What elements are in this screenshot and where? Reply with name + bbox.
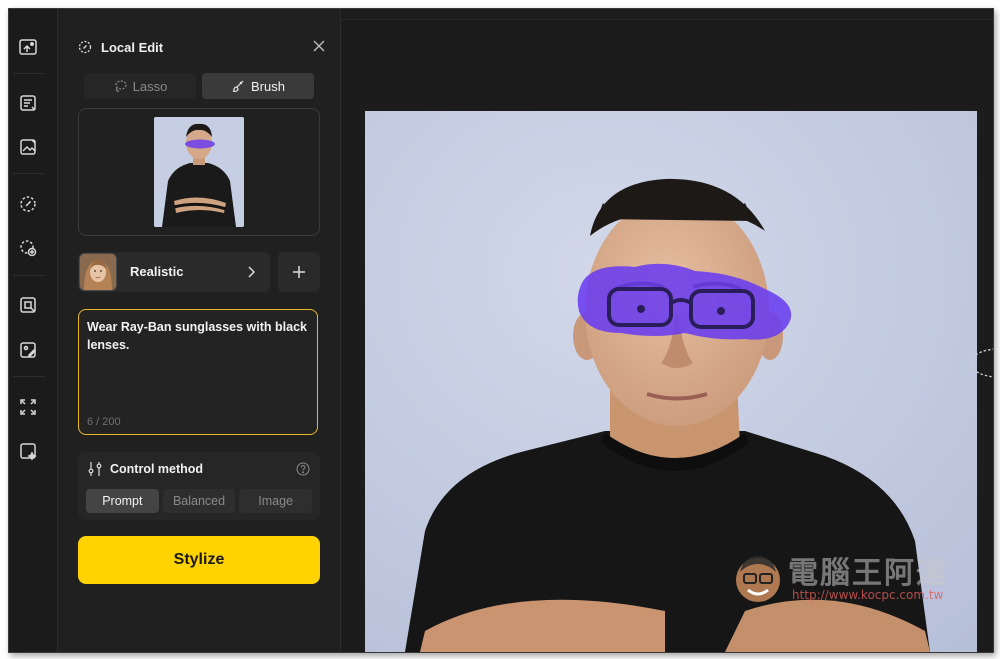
local-edit-panel: Local Edit Lasso Brush Realistic Wear Ra… — [58, 9, 341, 652]
mode-switch: Lasso Brush — [84, 73, 314, 99]
prompt-input[interactable]: Wear Ray-Ban sunglasses with black lense… — [78, 309, 318, 435]
control-method-header: Control method — [88, 460, 203, 478]
plus-icon — [293, 266, 305, 278]
style-label: Realistic — [130, 264, 184, 279]
local-edit-icon — [78, 40, 92, 54]
canvas-area — [341, 9, 993, 652]
app-window: Local Edit Lasso Brush Realistic Wear Ra… — [8, 8, 994, 653]
canvas-handle-icon[interactable] — [967, 347, 994, 379]
chevron-right-icon — [248, 266, 256, 278]
panel-title: Local Edit — [101, 39, 164, 55]
prompt-char-count: 6 / 200 — [87, 416, 121, 428]
style-avatar — [79, 253, 117, 291]
add-style-button[interactable] — [278, 252, 320, 292]
style-row: Realistic — [78, 252, 320, 292]
control-method-box: Control method Prompt Balanced Image — [78, 452, 320, 520]
control-method-title: Control method — [110, 462, 204, 476]
lasso-icon — [115, 80, 127, 92]
stylize-button[interactable]: Stylize — [78, 536, 320, 584]
edit-canvas-image[interactable] — [365, 111, 977, 652]
panel-header: Local Edit — [78, 37, 163, 57]
control-option-balanced[interactable]: Balanced — [162, 489, 236, 513]
tab-lasso[interactable]: Lasso — [84, 73, 196, 99]
close-icon — [313, 40, 325, 52]
close-button[interactable] — [312, 39, 328, 55]
magic-frame-icon[interactable] — [17, 440, 39, 462]
tab-brush[interactable]: Brush — [202, 73, 314, 99]
control-option-prompt[interactable]: Prompt — [86, 489, 159, 513]
add-selection-icon[interactable] — [17, 237, 39, 259]
brush-icon — [232, 80, 244, 92]
control-option-image[interactable]: Image — [239, 489, 313, 513]
tab-brush-label: Brush — [251, 78, 285, 94]
upload-image-icon[interactable] — [17, 36, 39, 58]
style-selector[interactable]: Realistic — [78, 252, 270, 292]
preview-box — [78, 108, 320, 236]
expand-icon[interactable] — [17, 396, 39, 418]
local-edit-icon[interactable] — [17, 193, 39, 215]
control-method-switch: Prompt Balanced Image — [86, 489, 313, 513]
tab-lasso-label: Lasso — [132, 78, 168, 94]
preview-thumbnail — [154, 117, 244, 227]
canvas-top-divider — [341, 19, 993, 20]
image-edit-icon[interactable] — [17, 136, 39, 158]
help-icon[interactable] — [296, 462, 310, 476]
smart-crop-icon[interactable] — [17, 294, 39, 316]
style-edit-icon[interactable] — [17, 339, 39, 361]
left-toolbar — [9, 9, 58, 652]
prompt-text: Wear Ray-Ban sunglasses with black lense… — [87, 320, 307, 352]
sliders-icon — [88, 462, 102, 476]
text-edit-icon[interactable] — [17, 92, 39, 114]
